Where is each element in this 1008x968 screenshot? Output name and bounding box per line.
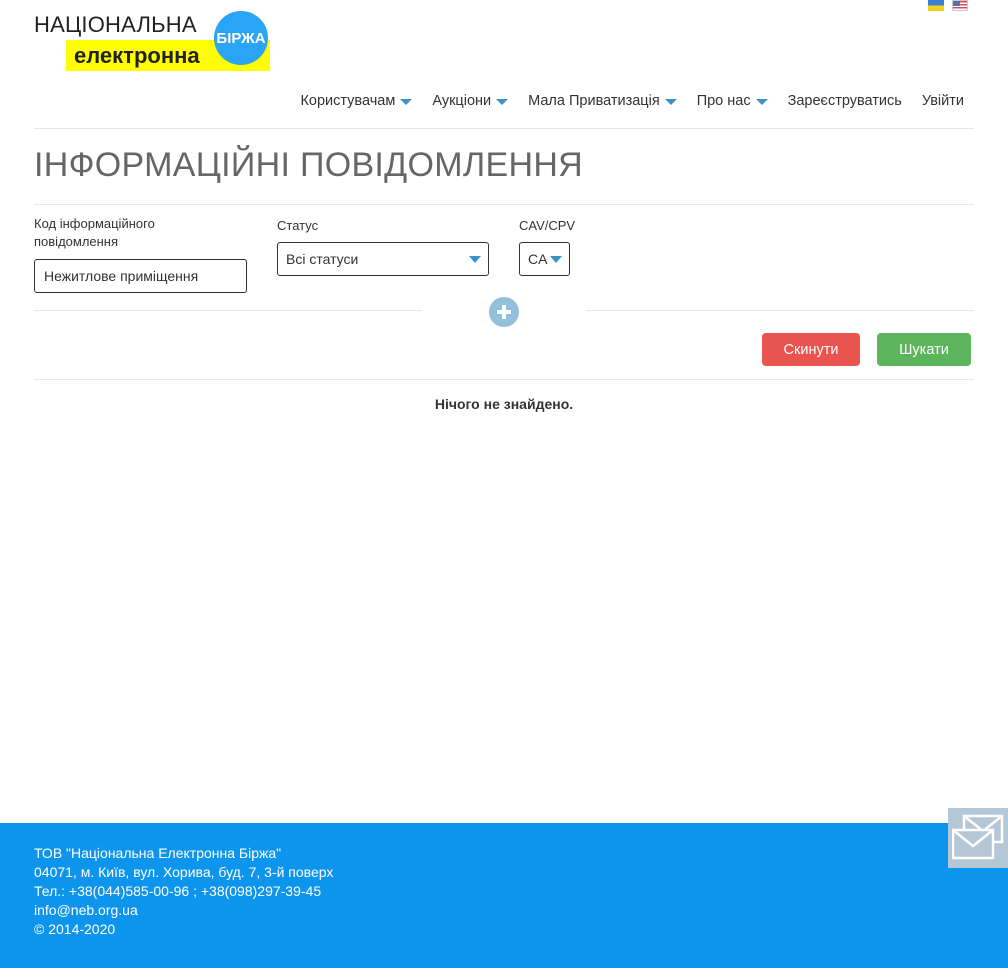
reset-button[interactable]: Скинути: [762, 333, 860, 366]
language-switcher: [928, 0, 968, 11]
nav-register-label: Зареєструватись: [787, 93, 902, 109]
logo-line2: електронна: [74, 43, 200, 68]
nav-small-privatization[interactable]: Мала Приватизація: [528, 93, 677, 109]
chevron-down-icon: [755, 99, 768, 105]
footer-email[interactable]: info@neb.org.ua: [34, 901, 333, 920]
code-label-line2: повідомлення: [34, 234, 119, 249]
chevron-down-icon: [496, 99, 509, 105]
nav-about-label: Про нас: [696, 93, 751, 109]
mail-icon: [952, 814, 1004, 860]
footer-address: 04071, м. Київ, вул. Хорива, буд. 7, 3-й…: [34, 864, 334, 880]
en-flag-icon[interactable]: [952, 0, 968, 11]
status-label: Статус: [277, 218, 319, 233]
site-footer: ТОВ "Національна Електронна Біржа" 04071…: [0, 823, 1008, 968]
nav-login-label: Увійти: [921, 93, 964, 109]
chevron-down-icon: [664, 99, 677, 105]
title-divider: [34, 204, 974, 205]
nav-about[interactable]: Про нас: [697, 93, 768, 109]
expand-divider-left: [34, 310, 422, 311]
chevron-down-icon: [400, 99, 413, 105]
footer-contacts: ТОВ "Національна Електронна Біржа" 04071…: [34, 844, 333, 939]
footer-phones: Тел.: +38(044)585-00-96 ; +38(098)297-39…: [34, 883, 322, 899]
nav-users[interactable]: Користувачам: [300, 93, 413, 109]
cav-select-value: CA: [528, 251, 548, 267]
status-select-value: Всі статуси: [286, 251, 359, 267]
nav-users-label: Користувачам: [300, 93, 396, 109]
nav-small-privatization-label: Мала Приватизація: [528, 93, 660, 109]
header-divider: [34, 128, 974, 129]
main-nav: Користувачам Аукціони Мала Приватизація …: [280, 93, 964, 109]
plus-circle-icon[interactable]: [489, 297, 519, 327]
results-divider: [34, 379, 974, 380]
nav-auctions-label: Аукціони: [432, 93, 492, 109]
empty-results-message: Нічого не знайдено.: [434, 396, 574, 412]
cav-select[interactable]: CA: [519, 242, 570, 276]
logo-line1: НАЦІОНАЛЬНА: [34, 12, 197, 37]
chevron-down-icon: [550, 256, 562, 263]
ua-flag-icon[interactable]: [928, 0, 944, 11]
nav-login[interactable]: Увійти: [922, 93, 964, 109]
search-button[interactable]: Шукати: [877, 333, 971, 366]
chevron-down-icon: [469, 256, 481, 263]
code-input[interactable]: [34, 259, 247, 293]
expand-divider-right: [586, 310, 974, 311]
status-select[interactable]: Всі статуси: [277, 242, 489, 276]
footer-company: ТОВ "Національна Електронна Біржа": [34, 845, 282, 861]
nav-auctions[interactable]: Аукціони: [432, 93, 509, 109]
feedback-widget[interactable]: [948, 808, 1008, 868]
code-label-line1: Код інформаційного: [34, 216, 155, 231]
code-field-label: Код інформаційного повідомлення: [34, 215, 155, 251]
page-title: ІНФОРМАЦІЙНІ ПОВІДОМЛЕННЯ: [34, 146, 584, 184]
cav-label: CAV/CPV: [519, 218, 576, 233]
footer-copyright: © 2014-2020: [34, 921, 116, 937]
logo-badge: БІРЖА: [214, 11, 268, 65]
nav-register[interactable]: Зареєструватись: [788, 93, 902, 109]
site-logo[interactable]: НАЦІОНАЛЬНА електронна БІРЖА: [34, 10, 274, 74]
